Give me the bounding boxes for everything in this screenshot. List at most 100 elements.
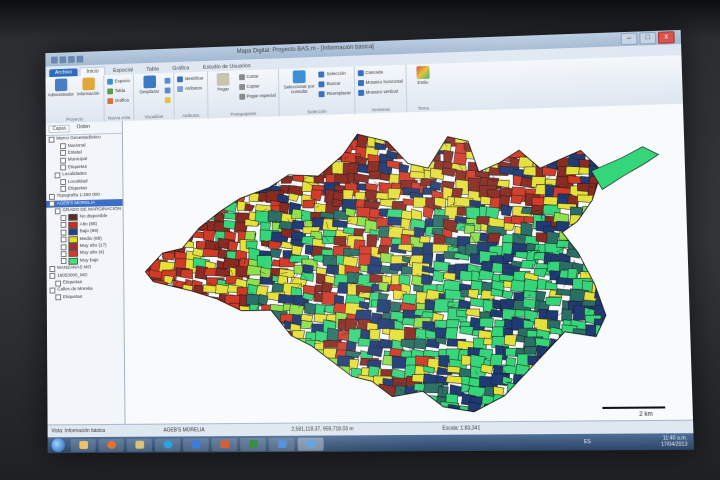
ageb-polygon[interactable] (142, 408, 160, 416)
ageb-polygon[interactable] (229, 351, 240, 365)
ageb-polygon[interactable] (208, 406, 218, 418)
ageb-polygon[interactable] (174, 230, 186, 245)
ageb-polygon[interactable] (438, 355, 449, 367)
ageb-polygon[interactable] (175, 193, 184, 206)
ageb-polygon[interactable] (569, 120, 581, 133)
ageb-polygon[interactable] (595, 385, 611, 401)
ageb-polygon[interactable] (262, 320, 280, 330)
taskbar-presentation[interactable] (268, 437, 295, 451)
ageb-polygon[interactable] (300, 135, 316, 144)
ageb-polygon[interactable] (541, 386, 556, 399)
ageb-polygon[interactable] (140, 287, 153, 302)
ageb-polygon[interactable] (519, 131, 536, 143)
ageb-polygon[interactable] (138, 249, 157, 260)
ageb-polygon[interactable] (192, 141, 207, 152)
ageb-polygon[interactable] (183, 156, 196, 165)
ageb-polygon[interactable] (613, 186, 627, 202)
ageb-polygon[interactable] (203, 230, 215, 242)
ageb-polygon[interactable] (207, 196, 225, 211)
ageb-polygon[interactable] (141, 207, 155, 221)
ageb-polygon[interactable] (559, 335, 576, 343)
ageb-polygon[interactable] (235, 186, 249, 197)
ageb-polygon[interactable] (630, 355, 646, 369)
ageb-polygon[interactable] (236, 156, 250, 166)
ageb-polygon[interactable] (320, 125, 337, 136)
cascada-button[interactable]: Cascada (357, 67, 402, 77)
ageb-polygon[interactable] (591, 271, 604, 281)
ageb-polygon[interactable] (600, 241, 615, 250)
ageb-polygon[interactable] (544, 137, 560, 152)
ageb-polygon[interactable] (605, 315, 621, 325)
ageb-polygon[interactable] (151, 398, 171, 412)
ageb-polygon[interactable] (197, 371, 213, 383)
ageb-polygon[interactable] (559, 231, 576, 240)
ageb-polygon[interactable] (139, 158, 149, 168)
ageb-polygon[interactable] (183, 314, 200, 328)
ageb-polygon[interactable] (590, 263, 608, 276)
ageb-polygon[interactable] (595, 362, 608, 374)
ageb-polygon[interactable] (627, 345, 642, 357)
ageb-polygon[interactable] (252, 343, 266, 354)
ageb-polygon[interactable] (141, 333, 154, 344)
ageb-polygon[interactable] (154, 379, 171, 386)
ageb-polygon[interactable] (501, 122, 512, 137)
ageb-polygon[interactable] (606, 353, 620, 363)
ageb-polygon[interactable] (299, 157, 314, 168)
ageb-polygon[interactable] (182, 395, 197, 409)
ageb-polygon[interactable] (465, 309, 479, 317)
ageb-polygon[interactable] (583, 253, 597, 262)
ageb-polygon[interactable] (226, 370, 240, 382)
layer-checkbox[interactable] (60, 186, 67, 193)
ageb-polygon[interactable] (603, 324, 623, 337)
ageb-polygon[interactable] (339, 376, 355, 388)
layer-checkbox[interactable] (60, 150, 66, 157)
maximize-button[interactable]: □ (639, 31, 657, 45)
ageb-polygon[interactable] (246, 320, 258, 328)
ageb-polygon[interactable] (196, 381, 209, 390)
ageb-polygon[interactable] (525, 405, 538, 419)
ageb-polygon[interactable] (281, 175, 293, 183)
ageb-polygon[interactable] (549, 392, 567, 400)
ageb-polygon[interactable] (624, 281, 642, 294)
ageb-polygon[interactable] (294, 406, 311, 415)
ageb-polygon[interactable] (529, 384, 543, 399)
ageb-polygon[interactable] (397, 132, 409, 144)
ageb-polygon[interactable] (547, 353, 564, 367)
ageb-polygon[interactable] (560, 375, 573, 388)
ageb-polygon[interactable] (226, 166, 242, 180)
ageb-polygon[interactable] (160, 325, 173, 333)
ageb-polygon[interactable] (476, 143, 491, 151)
ageb-polygon[interactable] (604, 267, 623, 282)
ageb-polygon[interactable] (568, 334, 587, 343)
ageb-polygon[interactable] (196, 334, 213, 346)
ageb-polygon[interactable] (605, 288, 618, 303)
ageb-polygon[interactable] (294, 359, 306, 372)
ageb-polygon[interactable] (508, 124, 527, 137)
ageb-polygon[interactable] (346, 387, 360, 395)
language-indicator[interactable]: ES (584, 439, 591, 445)
ageb-polygon[interactable] (289, 145, 307, 158)
ageb-polygon[interactable] (173, 331, 185, 345)
ageb-polygon[interactable] (227, 174, 238, 185)
ageb-polygon[interactable] (628, 267, 641, 282)
ageb-polygon[interactable] (619, 374, 635, 385)
ageb-polygon[interactable] (186, 296, 203, 305)
ageb-polygon[interactable] (219, 406, 239, 415)
ageb-polygon[interactable] (588, 231, 607, 245)
ageb-polygon[interactable] (249, 304, 259, 319)
ageb-polygon[interactable] (161, 221, 172, 234)
ageb-polygon[interactable] (513, 374, 531, 387)
ageb-polygon[interactable] (260, 406, 274, 415)
ageb-polygon[interactable] (257, 367, 276, 379)
ageb-polygon[interactable] (259, 361, 274, 369)
ageb-polygon[interactable] (579, 241, 597, 250)
ageb-polygon[interactable] (540, 129, 553, 144)
ageb-polygon[interactable] (271, 386, 284, 397)
pegar-especial-button[interactable]: Pegar especial (238, 91, 276, 101)
ageb-polygon[interactable] (217, 343, 232, 358)
ageb-polygon[interactable] (342, 126, 360, 140)
ageb-polygon[interactable] (323, 357, 339, 367)
ageb-polygon[interactable] (387, 143, 405, 153)
ageb-polygon[interactable] (353, 124, 373, 136)
buscar-button[interactable]: Buscar (318, 78, 351, 88)
